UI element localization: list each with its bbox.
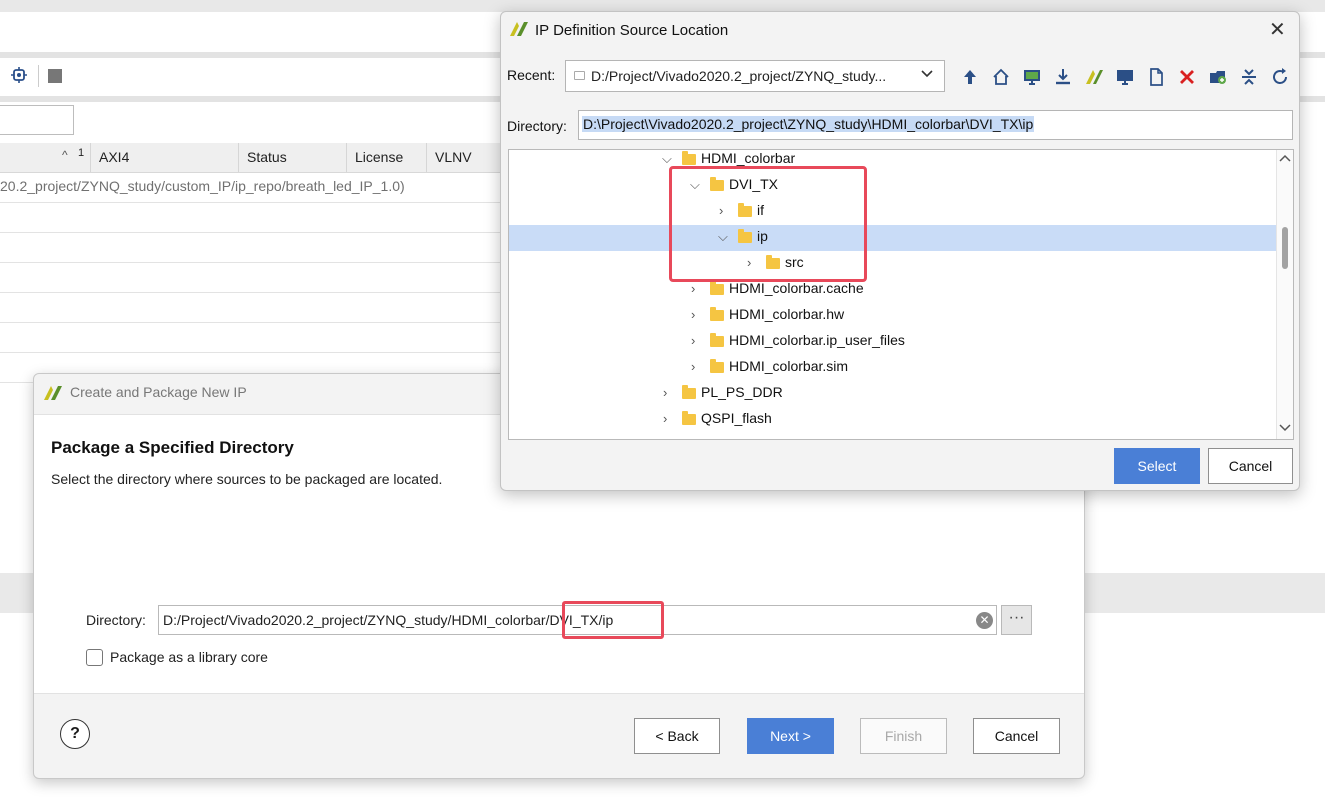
scroll-up-icon[interactable] (1279, 152, 1291, 166)
page-description: Select the directory where sources to be… (51, 471, 443, 487)
column-header-license[interactable]: License (346, 143, 426, 172)
up-arrow-icon[interactable] (959, 66, 981, 88)
directory-input[interactable]: D:\Project\Vivado2020.2_project\ZYNQ_stu… (578, 110, 1293, 140)
close-icon[interactable]: ✕ (1269, 18, 1286, 42)
cancel-button[interactable]: Cancel (1208, 448, 1293, 484)
folder-icon (682, 411, 696, 425)
folder-icon (710, 359, 724, 373)
tree-item-hdmi-colorbar[interactable]: ⌵ HDMI_colorbar (509, 150, 1277, 173)
chevron-right-icon[interactable]: › (691, 307, 695, 322)
dialog-title: Create and Package New IP (70, 384, 247, 400)
sort-column-header[interactable]: ^ 1 (0, 143, 90, 172)
sort-up-icon: ^ (62, 148, 68, 162)
table-row[interactable] (0, 323, 500, 353)
folder-icon (574, 71, 585, 80)
table-row[interactable] (0, 293, 500, 323)
recent-value: D:/Project/Vivado2020.2_project/ZYNQ_stu… (591, 68, 887, 84)
chip-settings-icon[interactable] (11, 67, 27, 86)
directory-value: D:\Project\Vivado2020.2_project\ZYNQ_stu… (582, 116, 1035, 132)
folder-icon (710, 281, 724, 295)
chevron-right-icon[interactable]: › (663, 411, 667, 426)
tree-item-dvi-tx[interactable]: ⌵ DVI_TX (509, 173, 1277, 199)
chevron-right-icon[interactable]: › (691, 359, 695, 374)
back-button[interactable]: < Back (634, 718, 720, 754)
chevron-down-icon[interactable] (920, 66, 934, 83)
page-heading: Package a Specified Directory (51, 438, 294, 457)
browse-button[interactable]: ··· (1001, 605, 1032, 635)
recent-label: Recent: (507, 67, 556, 83)
cancel-button[interactable]: Cancel (973, 718, 1060, 754)
scroll-thumb[interactable] (1282, 227, 1288, 269)
recent-dropdown[interactable]: D:/Project/Vivado2020.2_project/ZYNQ_stu… (565, 60, 945, 92)
folder-icon (710, 333, 724, 347)
clear-icon[interactable]: ✕ (976, 612, 993, 629)
folder-icon (710, 307, 724, 321)
library-core-label[interactable]: Package as a library core (110, 649, 268, 665)
ip-source-location-dialog: IP Definition Source Location ✕ Recent: … (500, 11, 1300, 491)
file-icon[interactable] (1145, 66, 1167, 88)
chevron-right-icon[interactable]: › (691, 333, 695, 348)
directory-value: D:/Project/Vivado2020.2_project/ZYNQ_stu… (163, 612, 614, 628)
vivado-logo-icon (509, 20, 529, 41)
highlight-box-tree (669, 166, 867, 282)
download-icon[interactable] (1052, 66, 1074, 88)
tree-item-cache[interactable]: › HDMI_colorbar.cache (509, 277, 1277, 303)
dialog-title: IP Definition Source Location (535, 22, 729, 39)
column-header-axi4[interactable]: AXI4 (90, 143, 238, 172)
background-toolbar (0, 58, 500, 96)
directory-tree[interactable]: ⌵ HDMI_colorbar ⌵ DVI_TX › if ⌵ ip › src… (508, 149, 1294, 440)
tree-item-ip[interactable]: ⌵ ip (509, 225, 1277, 251)
folder-icon (682, 385, 696, 399)
background-table-header: ^ 1 AXI4 Status License VLNV (0, 143, 510, 173)
stop-icon[interactable] (48, 69, 62, 83)
select-button[interactable]: Select (1114, 448, 1200, 484)
highlight-box-directory (562, 601, 664, 639)
directory-label: Directory: (86, 612, 146, 628)
tree-item-qspi-flash[interactable]: › QSPI_flash (509, 407, 1277, 433)
chevron-right-icon[interactable]: › (663, 385, 667, 400)
tree-item-ip-user-files[interactable]: › HDMI_colorbar.ip_user_files (509, 329, 1277, 355)
delete-icon[interactable] (1176, 66, 1198, 88)
vivado-logo-icon (43, 384, 63, 405)
directory-label: Directory: (507, 118, 567, 134)
desktop-icon[interactable] (1021, 66, 1043, 88)
help-button[interactable]: ? (60, 719, 90, 749)
collapse-icon[interactable] (1238, 66, 1260, 88)
vertical-scrollbar[interactable] (1276, 150, 1293, 439)
chevron-right-icon[interactable]: › (691, 281, 695, 296)
tree-item-sim[interactable]: › HDMI_colorbar.sim (509, 355, 1277, 381)
toolbar-divider (38, 65, 39, 87)
table-row[interactable] (0, 173, 500, 203)
scroll-down-icon[interactable] (1279, 422, 1291, 436)
library-core-checkbox[interactable] (86, 649, 103, 666)
chevron-down-icon[interactable]: ⌵ (662, 151, 672, 167)
column-header-vlnv[interactable]: VLNV (426, 143, 510, 172)
folder-icon (682, 151, 696, 165)
tree-item-if[interactable]: › if (509, 199, 1277, 225)
vivado-icon[interactable] (1083, 66, 1105, 88)
background-search-input[interactable] (0, 105, 74, 135)
column-header-status[interactable]: Status (238, 143, 346, 172)
table-row[interactable] (0, 203, 500, 233)
table-row[interactable] (0, 233, 500, 263)
new-folder-icon[interactable] (1207, 66, 1229, 88)
next-button[interactable]: Next > (747, 718, 834, 754)
table-row[interactable] (0, 263, 500, 293)
tree-item-pl-ps-ddr[interactable]: › PL_PS_DDR (509, 381, 1277, 407)
tree-item-hw[interactable]: › HDMI_colorbar.hw (509, 303, 1277, 329)
monitor-icon[interactable] (1114, 66, 1136, 88)
refresh-icon[interactable] (1269, 66, 1291, 88)
home-icon[interactable] (990, 66, 1012, 88)
finish-button[interactable]: Finish (860, 718, 947, 754)
tree-item-src[interactable]: › src (509, 251, 1277, 277)
